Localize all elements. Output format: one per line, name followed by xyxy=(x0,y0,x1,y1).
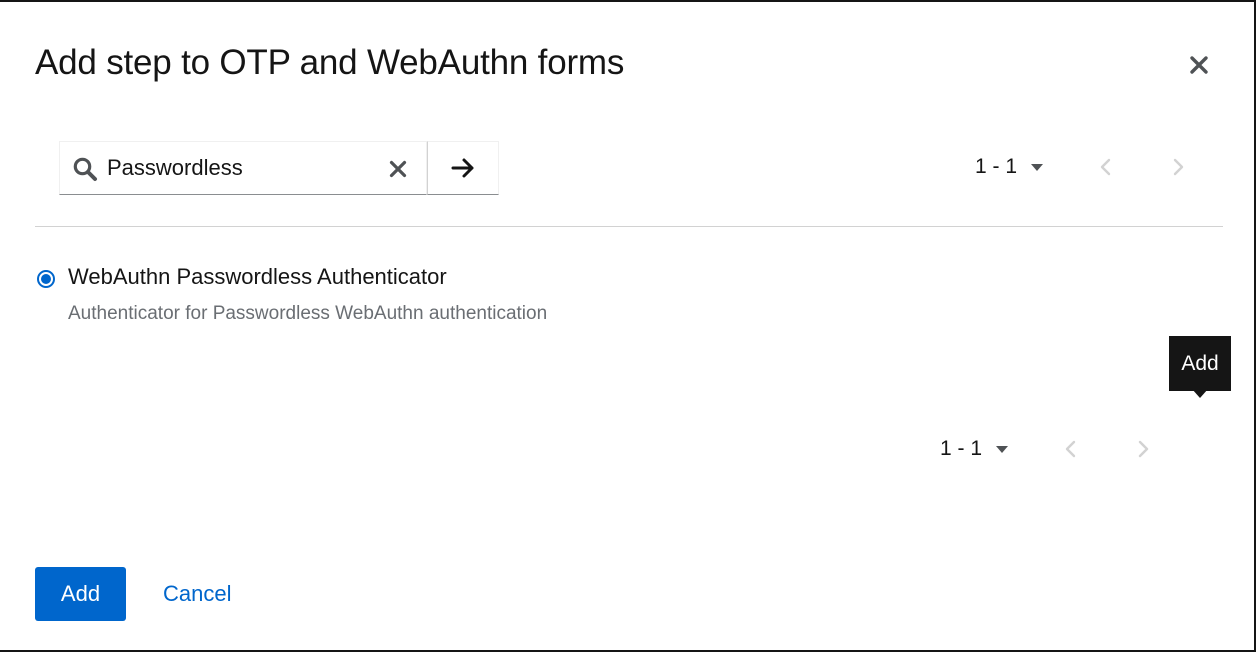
add-step-modal: Add step to OTP and WebAuthn forms Passw… xyxy=(0,0,1256,652)
pagination-range: 1 - 1 xyxy=(940,437,983,460)
pagination-range: 1 - 1 xyxy=(975,155,1018,178)
per-page-toggle-top[interactable]: 1 - 1 xyxy=(975,155,1044,179)
chevron-left-icon xyxy=(1100,158,1111,176)
option-radio[interactable] xyxy=(37,270,55,288)
search-submit-button[interactable] xyxy=(427,141,499,195)
option-description: Authenticator for Passwordless WebAuthn … xyxy=(68,303,548,324)
next-page-button-bottom[interactable] xyxy=(1128,434,1158,464)
clear-search-button[interactable] xyxy=(382,153,414,185)
clear-icon xyxy=(389,160,407,178)
next-page-button-top[interactable] xyxy=(1163,152,1193,182)
search-box xyxy=(59,141,427,195)
pagination-top: 1 - 1 xyxy=(975,152,1193,182)
add-button[interactable]: Add xyxy=(35,567,126,621)
arrow-right-icon xyxy=(451,158,474,178)
tooltip-arrow xyxy=(1192,389,1208,398)
modal-title: Add step to OTP and WebAuthn forms xyxy=(35,43,625,82)
add-tooltip: Add xyxy=(1169,336,1231,391)
previous-page-button-top[interactable] xyxy=(1091,152,1121,182)
chevron-right-icon xyxy=(1138,440,1149,458)
cancel-button[interactable]: Cancel xyxy=(148,567,246,621)
close-button[interactable] xyxy=(1182,48,1216,82)
per-page-toggle-bottom[interactable]: 1 - 1 xyxy=(940,437,1009,461)
pagination-bottom: 1 - 1 xyxy=(940,434,1158,464)
option-label[interactable]: WebAuthn Passwordless Authenticator xyxy=(68,264,447,290)
search-group xyxy=(59,141,499,195)
caret-down-icon xyxy=(996,445,1009,453)
chevron-left-icon xyxy=(1065,440,1076,458)
previous-page-button-bottom[interactable] xyxy=(1056,434,1086,464)
close-icon xyxy=(1190,56,1208,74)
caret-down-icon xyxy=(1031,163,1044,171)
toolbar-divider xyxy=(35,226,1223,227)
search-icon xyxy=(73,157,97,181)
chevron-right-icon xyxy=(1173,158,1184,176)
radio-selected-dot xyxy=(41,274,51,284)
search-input[interactable] xyxy=(107,142,377,194)
